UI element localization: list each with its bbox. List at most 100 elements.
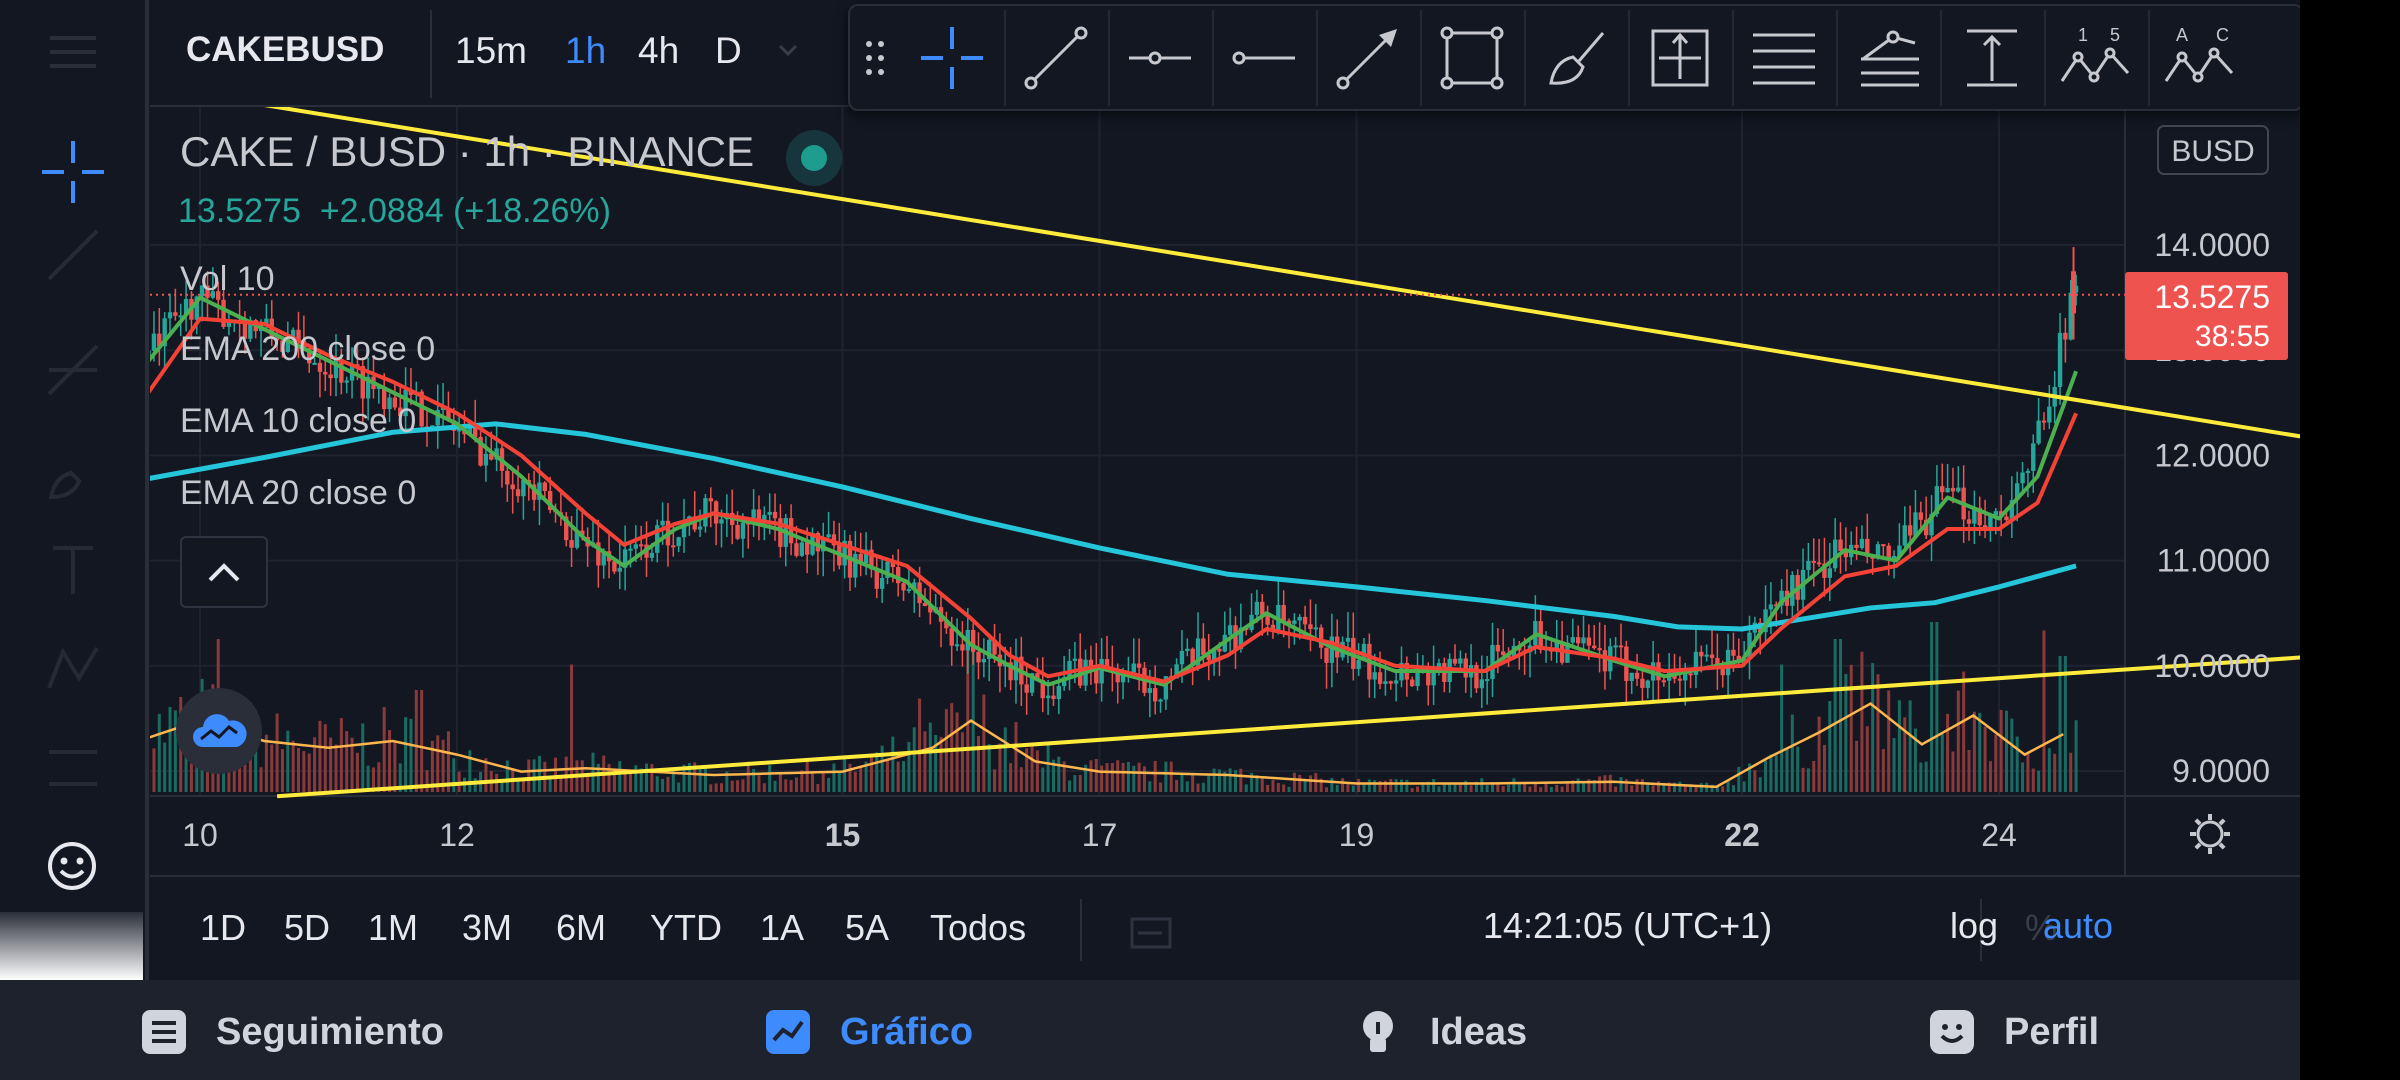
volume-bar [1394,779,1398,792]
volume-bar [1630,785,1634,792]
system-shade [0,912,143,980]
range-1d[interactable]: 1D [200,907,246,949]
nav-perfil[interactable]: Perfil [1928,1008,2099,1056]
candle-body [853,553,858,578]
crosshair-tool[interactable] [900,10,1006,106]
range-todos[interactable]: Todos [930,907,1026,949]
volume-bar [1078,774,1082,792]
candle-body [1056,686,1062,700]
chart-clock[interactable]: 14:21:05 (UTC+1) [1483,905,1772,947]
trend-line-icon [1024,26,1088,90]
volume-bar [1003,727,1007,792]
candle-body [1179,650,1185,665]
candle-body [1356,660,1361,669]
timeframe-1h[interactable]: 1h [565,30,606,72]
auto-scale-button[interactable]: auto [2043,905,2113,947]
pattern-123-tool[interactable]: 15 [2044,10,2150,106]
candle-body [638,544,644,547]
cloud-save-button[interactable] [176,688,262,774]
timeframe-15m[interactable]: 15m [455,30,527,72]
indicator-ema200[interactable]: EMA 200 close 0 [180,330,435,369]
volume-bar [1699,783,1703,792]
volume-bar [1292,772,1296,792]
volume-bar [329,737,333,792]
indicator-volume[interactable]: Vol 10 [180,260,275,299]
candle-body [1586,637,1592,646]
horizontal-line-tool[interactable] [1212,10,1318,106]
range-6m[interactable]: 6M [556,907,606,949]
left-measure-tool[interactable] [35,738,110,798]
left-pattern-tool[interactable] [35,638,110,698]
candle-body [1709,654,1715,658]
candle-body [1597,648,1602,651]
volume-bar [1196,783,1200,792]
pitchfork-tool[interactable] [1836,10,1942,106]
volume-bar [1410,788,1414,792]
market-status-indicator[interactable] [786,130,842,186]
candle-body [660,520,665,526]
candle-body [949,628,954,646]
fib-retracement-tool[interactable] [1732,10,1838,106]
range-ytd[interactable]: YTD [650,907,722,949]
volume-bar [1833,639,1837,792]
range-5d[interactable]: 5D [284,907,330,949]
pattern-abc-tool[interactable]: AC [2148,10,2252,106]
rectangle-tool[interactable] [1420,10,1526,106]
volume-bar [1635,779,1639,792]
candle-body [1720,669,1725,676]
log-scale-button[interactable]: log [1950,905,1998,947]
crosshair-icon [921,27,983,89]
volume-bar [1560,786,1564,792]
left-brush-tool[interactable] [35,445,110,505]
candle-body [2063,332,2068,340]
volume-bar [1801,767,1805,792]
volume-bar [752,768,756,792]
goto-date-button[interactable] [1128,911,1174,956]
nav-ideas[interactable]: Ideas [1354,1008,1527,1056]
left-fib-tool[interactable] [35,340,110,400]
emoji-button[interactable] [44,838,100,894]
left-crosshair-tool[interactable] [35,141,110,203]
volume-bar [1357,778,1361,792]
nav-grafico[interactable]: Gráfico [764,1008,973,1056]
volume-bar [537,755,541,792]
indicator-ema20[interactable]: EMA 20 close 0 [180,474,416,513]
volume-bar [757,775,761,792]
drag-handle-icon[interactable] [860,36,890,80]
left-trendline-tool[interactable] [35,225,110,285]
menu-button[interactable] [35,22,110,82]
volume-bar [1399,779,1403,792]
nav-seguimiento[interactable]: Seguimiento [140,1008,444,1056]
volume-bar [746,761,750,792]
timeframe-4h[interactable]: 4h [638,30,679,72]
range-3m[interactable]: 3M [462,907,512,949]
candle-body [1731,649,1736,656]
arrow-tool[interactable] [1316,10,1422,106]
time-tick-label: 10 [182,817,218,853]
volume-bar [1233,770,1237,792]
range-1m[interactable]: 1M [368,907,418,949]
volume-bar [1962,671,1966,792]
volume-bar [1956,690,1960,792]
candle-body [1147,688,1153,693]
candle-body [1575,637,1581,644]
chevron-down-icon[interactable] [778,42,798,58]
trend-line-tool[interactable] [1004,10,1110,106]
timeframe-d[interactable]: D [715,30,742,72]
candle-body [1634,672,1640,679]
left-text-tool[interactable] [35,540,110,600]
range-5a[interactable]: 5A [845,907,889,949]
volume-bar [339,718,343,792]
indicator-ema10[interactable]: EMA 10 close 0 [180,402,416,441]
volume-bar [473,778,477,792]
candle-body [344,380,349,383]
candle-body [1281,604,1286,621]
symbol-selector[interactable]: CAKEBUSD [186,30,384,70]
volume-bar [618,761,622,792]
measure-tool[interactable] [1940,10,2046,106]
horizontal-ray-tool[interactable] [1108,10,1214,106]
range-1a[interactable]: 1A [760,907,804,949]
projection-tool[interactable] [1628,10,1734,106]
collapse-legend-button[interactable] [180,536,268,608]
brush-tool[interactable] [1524,10,1630,106]
